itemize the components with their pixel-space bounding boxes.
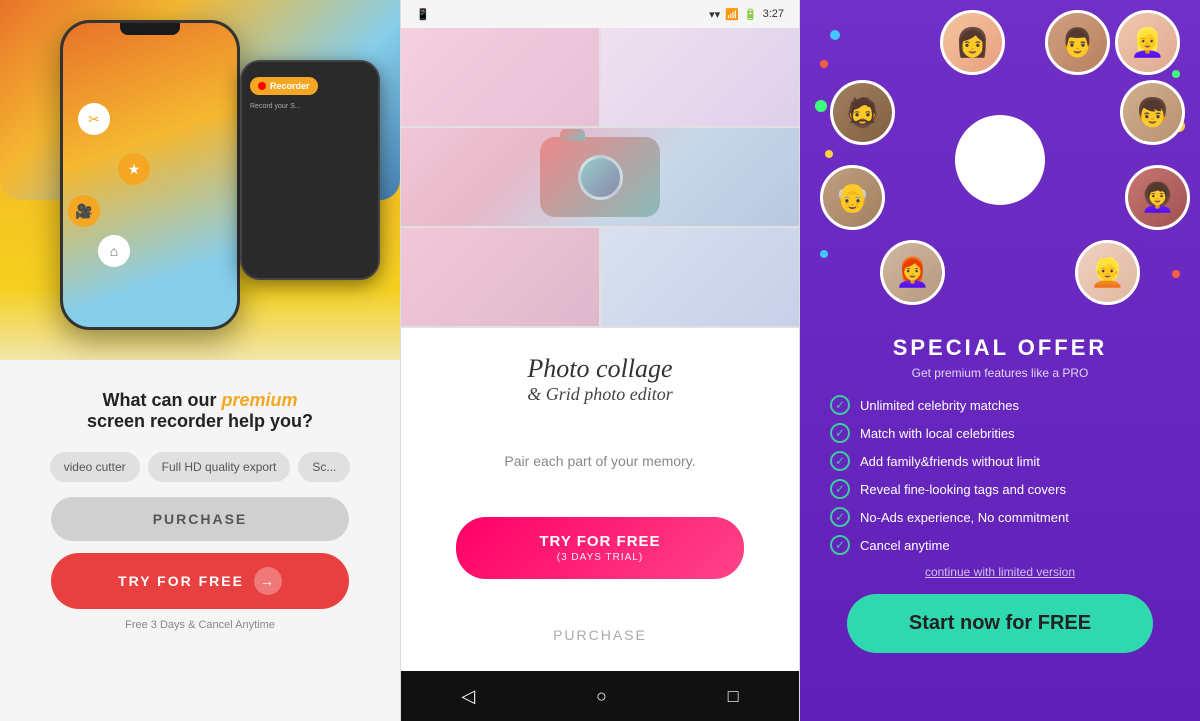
- face-1: 👩: [940, 10, 1005, 75]
- feature-more: Sc...: [298, 452, 350, 482]
- try-free-sub-label: (3 DAYS TRIAL): [557, 552, 643, 563]
- battery-icon: 🔋: [744, 8, 758, 21]
- nav-recents-icon[interactable]: □: [728, 686, 739, 707]
- special-offer-title: SPECIAL OFFER: [830, 335, 1170, 361]
- check-icon-3: ✓: [830, 451, 850, 471]
- feature-item-3: ✓ Add family&friends without limit: [830, 451, 1170, 471]
- try-free-pink-label: TRY FOR FREE: [539, 533, 660, 550]
- camera-lens: [578, 155, 623, 200]
- title-premium: premium: [221, 390, 297, 410]
- title-text-part1: What can our: [102, 390, 221, 410]
- feature-video-cutter: video cutter: [50, 452, 140, 482]
- try-free-label: TRY FOR FREE: [118, 573, 244, 589]
- limited-version-link[interactable]: continue with limited version: [830, 565, 1170, 579]
- nav-home-icon[interactable]: ○: [596, 686, 607, 707]
- status-icons: ▾▾ 📶 🔋 3:27: [709, 8, 784, 21]
- panel2-title-line2: & Grid photo editor: [527, 384, 673, 405]
- face-6: 👴: [820, 165, 885, 230]
- video-button[interactable]: 🎥: [68, 195, 100, 227]
- recorder-subtext: Record your S...: [250, 103, 370, 110]
- recorder-badge: Recorder: [250, 77, 318, 95]
- home-button[interactable]: ⌂: [98, 235, 130, 267]
- star-button[interactable]: ★: [118, 153, 150, 185]
- feature-text-2: Match with local celebrities: [860, 426, 1015, 441]
- face-circle-area: 👩 👨 👱‍♀️ 🧔 👦 👴 👩‍🦱 👩‍🦰 👱: [800, 0, 1200, 320]
- face-7: 👩‍🦱: [1125, 165, 1190, 230]
- purchase-gray-button[interactable]: PURCHASE: [545, 619, 655, 651]
- panel2-content: Photo collage & Grid photo editor Pair e…: [401, 328, 799, 671]
- center-circle: [955, 115, 1045, 205]
- panel1-content: What can our premium screen recorder hel…: [0, 360, 400, 721]
- phone-secondary-screen: Recorder Record your S...: [242, 62, 378, 278]
- feature-hd-export: Full HD quality export: [148, 452, 291, 482]
- panel1-title: What can our premium screen recorder hel…: [87, 390, 313, 432]
- feature-item-6: ✓ Cancel anytime: [830, 535, 1170, 555]
- feature-item-5: ✓ No-Ads experience, No commitment: [830, 507, 1170, 527]
- panel3-content: SPECIAL OFFER Get premium features like …: [800, 320, 1200, 668]
- record-dot: [258, 82, 266, 90]
- features-row: video cutter Full HD quality export Sc..…: [50, 452, 351, 482]
- phone-main: ✂ ★ 🎥 ⌂: [60, 20, 240, 330]
- phone-secondary: Recorder Record your S...: [240, 60, 380, 280]
- panel2-title-area: Photo collage & Grid photo editor: [527, 353, 673, 405]
- arrow-icon: →: [254, 567, 282, 595]
- purchase-button[interactable]: PURCHASE: [51, 497, 349, 541]
- feature-text-6: Cancel anytime: [860, 538, 950, 553]
- check-icon-6: ✓: [830, 535, 850, 555]
- camera-shape: [540, 137, 660, 217]
- face-4: 🧔: [830, 80, 895, 145]
- phone-mockup-area: ✂ ★ 🎥 ⌂ Recorder Record your S...: [0, 0, 400, 360]
- signal-icon: 📶: [725, 8, 739, 21]
- collage-cell-1: [401, 28, 599, 126]
- face-5: 👦: [1120, 80, 1185, 145]
- check-icon-4: ✓: [830, 479, 850, 499]
- collage-cell-4: [401, 228, 599, 326]
- check-icon-1: ✓: [830, 395, 850, 415]
- feature-item-1: ✓ Unlimited celebrity matches: [830, 395, 1170, 415]
- collage-cell-5: [601, 228, 799, 326]
- wifi-icon: ▾▾: [709, 8, 720, 21]
- collage-grid: [401, 28, 799, 328]
- panel2-description: Pair each part of your memory.: [504, 453, 695, 469]
- status-left: 📱: [416, 8, 430, 21]
- try-free-button[interactable]: TRY FOR FREE →: [51, 553, 349, 609]
- free-note: Free 3 Days & Cancel Anytime: [125, 619, 275, 631]
- try-free-pink-button[interactable]: TRY FOR FREE (3 DAYS TRIAL): [456, 517, 743, 579]
- scissors-button[interactable]: ✂: [78, 103, 110, 135]
- special-offer-sub: Get premium features like a PRO: [830, 366, 1170, 380]
- face-9: 👱: [1075, 240, 1140, 305]
- face-8: 👩‍🦰: [880, 240, 945, 305]
- features-list: ✓ Unlimited celebrity matches ✓ Match wi…: [830, 395, 1170, 555]
- panel-special-offer: 👩 👨 👱‍♀️ 🧔 👦 👴 👩‍🦱 👩‍🦰 👱 SPECIAL OFFER G…: [800, 0, 1200, 721]
- phone-notch: [120, 23, 180, 35]
- recorder-label: Recorder: [270, 81, 310, 91]
- panel-photo-collage: 📱 ▾▾ 📶 🔋 3:27 Photo collage & Grid photo…: [400, 0, 800, 721]
- feature-text-4: Reveal fine-looking tags and covers: [860, 482, 1066, 497]
- feature-text-5: No-Ads experience, No commitment: [860, 510, 1069, 525]
- nav-back-icon[interactable]: ◁: [461, 686, 475, 707]
- collage-cell-2: [601, 28, 799, 126]
- panel-screen-recorder: ✂ ★ 🎥 ⌂ Recorder Record your S... What c…: [0, 0, 400, 721]
- status-bar: 📱 ▾▾ 📶 🔋 3:27: [401, 0, 799, 28]
- face-3: 👱‍♀️: [1115, 10, 1180, 75]
- feature-item-2: ✓ Match with local celebrities: [830, 423, 1170, 443]
- feature-text-1: Unlimited celebrity matches: [860, 398, 1019, 413]
- check-icon-2: ✓: [830, 423, 850, 443]
- status-time: 3:27: [763, 8, 784, 20]
- panel2-title-line1: Photo collage: [527, 353, 673, 384]
- nav-bar: ◁ ○ □: [401, 671, 799, 721]
- collage-cell-camera: [401, 128, 799, 226]
- face-2: 👨: [1045, 10, 1110, 75]
- feature-item-4: ✓ Reveal fine-looking tags and covers: [830, 479, 1170, 499]
- feature-text-3: Add family&friends without limit: [860, 454, 1040, 469]
- camera-top: [560, 129, 585, 141]
- start-free-button[interactable]: Start now for FREE: [847, 594, 1153, 653]
- phone-screen: ✂ ★ 🎥 ⌂: [63, 23, 237, 327]
- check-icon-5: ✓: [830, 507, 850, 527]
